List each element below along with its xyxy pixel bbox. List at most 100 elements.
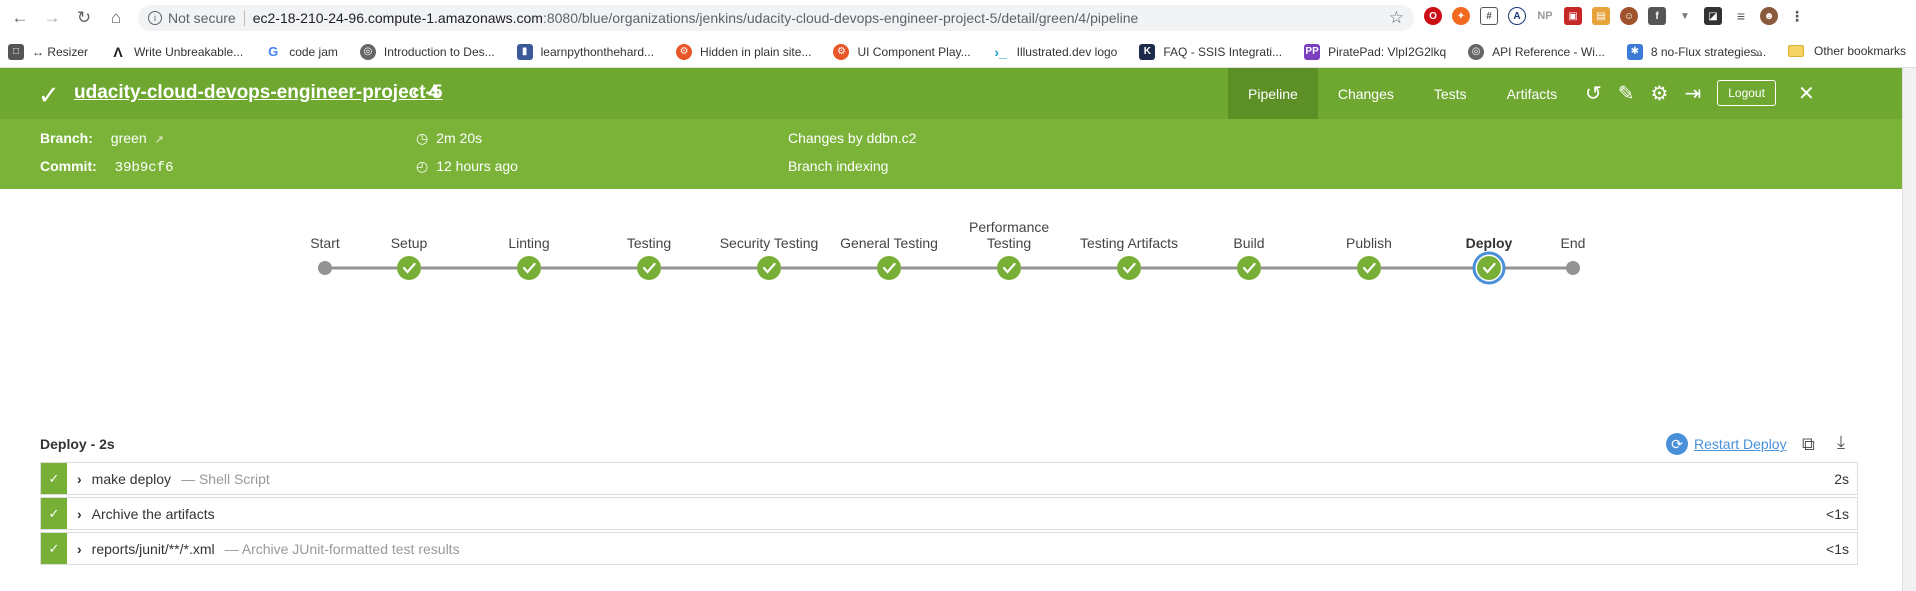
gear-icon[interactable]: ⚙: [1651, 81, 1669, 106]
clock-icon: ◴: [416, 158, 429, 174]
stage-node-end: [1566, 261, 1580, 275]
run-header: ✓ udacity-cloud-devops-engineer-project-…: [0, 68, 1902, 119]
bookmark-item[interactable]: ›_ Illustrated.dev logo: [992, 43, 1117, 60]
forward-icon[interactable]: →: [40, 6, 64, 30]
open-in-new-icon[interactable]: ⧉: [1802, 434, 1815, 455]
bookmark-item[interactable]: □ ↔ Resizer: [8, 43, 89, 60]
bookmark-item[interactable]: K FAQ - SSIS Integrati...: [1139, 43, 1283, 60]
step-row[interactable]: ✓ › make deploy — Shell Script 2s: [40, 462, 1858, 495]
stage-label: General Testing: [840, 235, 938, 251]
rerun-icon[interactable]: ↺: [1585, 81, 1602, 106]
np-extension-icon[interactable]: NP: [1536, 7, 1554, 25]
commit-label: Commit:: [40, 158, 97, 174]
tab-pipeline[interactable]: Pipeline: [1228, 68, 1318, 119]
a-extension-icon[interactable]: A: [1508, 7, 1526, 25]
bookmark-item[interactable]: ✱ 8 no-Flux strategies...: [1626, 43, 1767, 60]
piratepad-icon: PP: [1304, 43, 1321, 60]
time-value: 12 hours ago: [436, 158, 518, 174]
browser-toolbar: ← → ↻ ⌂ i Not secure ec2-18-210-24-96.co…: [0, 0, 1916, 36]
branch-field: Branch: green ↗: [40, 130, 164, 146]
bookmark-item[interactable]: PP PiratePad: VlpI2G2lkq: [1304, 43, 1446, 60]
grid-extension-icon[interactable]: #: [1480, 7, 1498, 25]
step-success-icon: ✓: [41, 498, 67, 529]
stage-node-build[interactable]: [1237, 256, 1261, 280]
stage-label: End: [1560, 235, 1586, 251]
stage-node-publish[interactable]: [1357, 256, 1381, 280]
stage-label: Setup: [390, 235, 428, 251]
bookmark-item[interactable]: Gcode jam: [265, 43, 338, 60]
stage-node-performance-testing[interactable]: [997, 256, 1021, 280]
go-classic-icon[interactable]: ⇥: [1684, 81, 1701, 106]
stage-node-linting[interactable]: [517, 256, 541, 280]
bookmark-label: learnpythonthehard...: [540, 44, 655, 59]
tab-changes[interactable]: Changes: [1318, 68, 1414, 119]
stage-node-general-testing[interactable]: [877, 256, 901, 280]
opera-icon[interactable]: O: [1424, 7, 1442, 25]
header-actions: ↺ ✎ ⚙ ⇥ Logout ✕: [1585, 80, 1815, 106]
stage-node-testing[interactable]: [637, 256, 661, 280]
stage-node-deploy[interactable]: [1472, 251, 1506, 285]
bookmark-item[interactable]: ◎ Introduction to Des...: [359, 43, 495, 60]
stage-node-setup[interactable]: [397, 256, 421, 280]
chevron-left-icon: ‹: [412, 82, 419, 103]
back-icon[interactable]: ←: [8, 6, 32, 30]
restart-stage-button[interactable]: ⟳ Restart Deploy: [1666, 433, 1787, 455]
book-icon: ▮: [516, 43, 533, 60]
duration-value: 2m 20s: [436, 130, 483, 146]
avatar-extension-icon[interactable]: ☺: [1620, 7, 1638, 25]
external-link-icon[interactable]: ↗: [155, 134, 164, 146]
bookmark-label: 8 no-Flux strategies...: [1650, 44, 1767, 59]
facebook-extension-icon[interactable]: f: [1648, 7, 1666, 25]
bookmark-label: ↔ Resizer: [32, 44, 89, 59]
tab-artifacts[interactable]: Artifacts: [1487, 68, 1578, 119]
address-bar[interactable]: i Not secure ec2-18-210-24-96.compute-1.…: [138, 5, 1414, 31]
pipeline-graph: Start Setup Linting Testing Security Testing…: [0, 189, 1902, 319]
branch-label: Branch:: [40, 130, 93, 146]
briefcase-extension-icon[interactable]: ▤: [1592, 7, 1610, 25]
dark-extension-icon[interactable]: ◪: [1704, 7, 1722, 25]
scrollbar[interactable]: [1902, 68, 1916, 591]
profile-avatar[interactable]: ☻: [1760, 7, 1778, 25]
queue-icon[interactable]: ≡: [1732, 7, 1750, 25]
reload-icon[interactable]: ↻: [72, 6, 96, 30]
stage-node-testing-artifacts[interactable]: [1117, 256, 1141, 280]
edit-icon[interactable]: ✎: [1618, 81, 1635, 106]
bookmark-item[interactable]: ◎ API Reference - Wi...: [1468, 43, 1605, 60]
lambda-icon: Λ: [110, 43, 127, 60]
tab-tests[interactable]: Tests: [1414, 68, 1487, 119]
chevron-right-icon[interactable]: ›: [77, 506, 82, 522]
menu-icon[interactable]: ⋮: [1788, 7, 1806, 25]
red-extension-icon[interactable]: ▣: [1564, 7, 1582, 25]
other-bookmarks[interactable]: Other bookmarks: [1788, 44, 1906, 58]
bookmark-item[interactable]: ▮ learnpythonthehard...: [516, 43, 655, 60]
bookmark-label: FAQ - SSIS Integrati...: [1163, 44, 1283, 59]
download-icon[interactable]: ⤓: [1837, 432, 1845, 453]
resizer-icon: □: [8, 43, 24, 60]
close-icon[interactable]: ✕: [1798, 81, 1815, 106]
logout-button[interactable]: Logout: [1717, 80, 1776, 106]
bookmark-item[interactable]: ⚙ Hidden in plain site...: [676, 43, 811, 60]
stage-node-security-testing[interactable]: [757, 256, 781, 280]
step-row[interactable]: ✓ › Archive the artifacts <1s: [40, 497, 1858, 530]
step-success-icon: ✓: [41, 463, 67, 494]
step-duration: 2s: [1834, 470, 1849, 487]
bookmark-item[interactable]: ⚙ UI Component Play...: [833, 43, 971, 60]
chevron-right-icon[interactable]: ›: [77, 471, 82, 487]
timer-icon: ◷: [416, 130, 429, 146]
commit-value[interactable]: 39b9cf6: [115, 160, 174, 176]
bookmarks-bar: □ ↔ Resizer Λ Write Unbreakable... Gcode j…: [0, 36, 1916, 68]
branch-value: green: [110, 130, 147, 146]
step-row[interactable]: ✓ › reports/junit/**/*.xml — Archive JUn…: [40, 532, 1858, 565]
extension-icon[interactable]: ✦: [1452, 7, 1470, 25]
commit-field: Commit: 39b9cf6: [40, 158, 173, 176]
info-icon[interactable]: i: [148, 11, 162, 25]
restart-icon: ⟳: [1666, 433, 1688, 455]
stage-label: Testing: [626, 235, 672, 251]
project-link[interactable]: udacity-cloud-devops-engineer-project-5: [74, 82, 442, 104]
vuejs-extension-icon[interactable]: ▼: [1676, 7, 1694, 25]
home-icon[interactable]: ⌂: [104, 6, 128, 30]
bookmark-item[interactable]: Λ Write Unbreakable...: [110, 43, 243, 60]
chevron-right-icon[interactable]: ›: [77, 541, 82, 557]
bookmark-star-icon[interactable]: ☆: [1389, 8, 1404, 28]
more-bookmarks-icon[interactable]: »: [1755, 44, 1763, 60]
